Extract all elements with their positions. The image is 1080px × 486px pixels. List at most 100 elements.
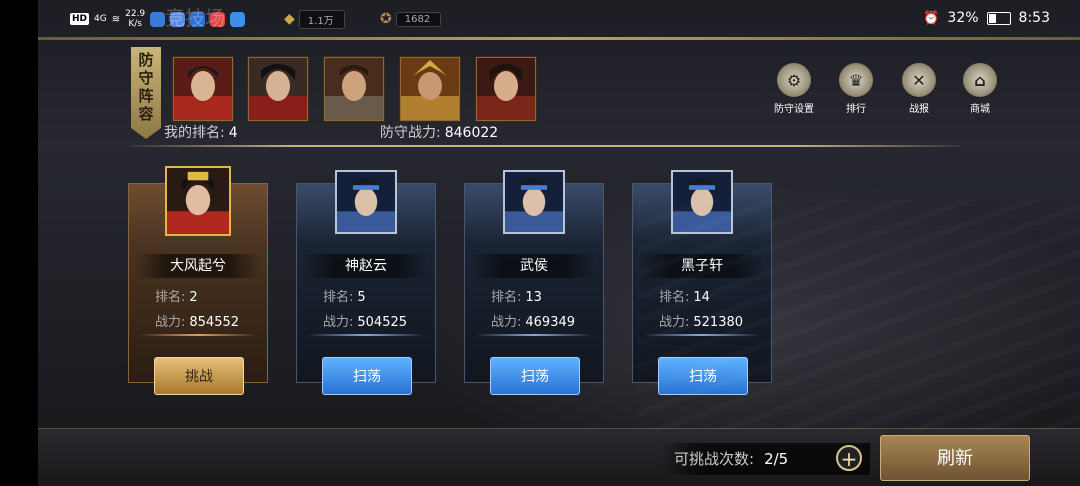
battery-icon <box>986 11 1011 25</box>
my-rank-value: 4 <box>228 125 238 141</box>
my-rank-label: 我的排名: <box>164 125 225 141</box>
rank-value: 5 <box>357 290 366 305</box>
power-label: 战力: <box>491 315 522 330</box>
coin-value: 1682 <box>395 11 442 27</box>
card-divider <box>475 334 593 336</box>
power-value: 854552 <box>189 315 240 330</box>
cloud-icon <box>230 11 246 27</box>
opponent-name: 大风起兮 <box>135 254 261 278</box>
status-right: ⏰ 32% 8:53 <box>923 10 1050 26</box>
crossed-swords-icon: ✕ <box>901 62 937 98</box>
opponent-card[interactable]: 大风起兮 排名: 2 战力: 854552 挑战 <box>128 166 268 395</box>
sweep-button[interactable]: 扫荡 <box>490 357 580 395</box>
net-speed-value: 22.9 <box>125 9 146 19</box>
leaderboard-label: 排行 <box>846 104 866 115</box>
refresh-button[interactable]: 刷新 <box>880 435 1030 481</box>
rank-value: 13 <box>525 290 542 305</box>
divider <box>130 145 960 147</box>
wifi-icon: ≋ <box>111 13 121 25</box>
banner-char: 守 <box>138 69 154 87</box>
opponent-card[interactable]: 黑子轩 排名: 14 战力: 521380 扫荡 <box>632 170 772 395</box>
shop-icon: ⌂ <box>962 62 998 98</box>
power-label: 战力: <box>323 315 354 330</box>
sweep-button[interactable]: 扫荡 <box>658 357 748 395</box>
rank-value: 14 <box>693 290 710 305</box>
banner-char: 阵 <box>138 87 154 105</box>
opponent-name: 神赵云 <box>303 254 429 278</box>
defense-power: 防守战力: 846022 <box>380 122 498 142</box>
defense-power-value: 846022 <box>444 125 499 141</box>
bottom-bar: 可挑战次数: 2/5 + 刷新 <box>38 428 1080 486</box>
power-label: 战力: <box>659 315 690 330</box>
rank-label: 排名: <box>323 290 354 305</box>
rank-label: 排名: <box>155 290 186 305</box>
net-speed: 22.9 K/s <box>125 9 145 29</box>
opponent-name: 黑子轩 <box>639 254 765 278</box>
rank-value: 2 <box>189 290 198 305</box>
coin-resource: ✪ 1682 <box>380 9 442 29</box>
gold-ingot-icon: ◆ <box>284 11 295 27</box>
card-divider <box>139 334 257 336</box>
opponent-rank: 排名: 14 <box>659 286 710 305</box>
leaderboard-button[interactable]: ♛ 排行 <box>826 62 886 115</box>
battle-report-button[interactable]: ✕ 战报 <box>889 62 949 115</box>
card-divider <box>307 334 425 336</box>
signal-icon: 4G <box>94 14 107 24</box>
page-title: 竞技场 <box>165 6 225 30</box>
hd-badge: HD <box>70 13 90 25</box>
shop-button[interactable]: ⌂ 商城 <box>950 62 1010 115</box>
power-value: 504525 <box>357 315 408 330</box>
attempts-value: 2/5 <box>764 450 789 468</box>
trophy-icon: ♛ <box>838 62 874 98</box>
opponent-rank: 排名: 5 <box>323 286 366 305</box>
sweep-button[interactable]: 扫荡 <box>322 357 412 395</box>
banner-char: 容 <box>138 105 154 123</box>
opponent-card[interactable]: 武侯 排名: 13 战力: 469349 扫荡 <box>464 170 604 395</box>
challenge-button[interactable]: 挑战 <box>154 357 244 395</box>
gold-resource: ◆ 1.1万 <box>284 9 345 29</box>
rank-label: 排名: <box>659 290 690 305</box>
defense-lineup-banner: 防 守 阵 容 <box>131 47 161 139</box>
clock: 8:53 <box>1018 10 1050 26</box>
defense-hero-3[interactable] <box>324 57 384 121</box>
battle-report-label: 战报 <box>909 104 929 115</box>
gold-value: 1.1万 <box>298 9 345 29</box>
defense-hero-2[interactable] <box>248 57 308 121</box>
opponent-rank: 排名: 13 <box>491 286 542 305</box>
opponent-power: 战力: 854552 <box>155 311 239 330</box>
opponent-portrait <box>165 166 231 236</box>
opponent-portrait <box>335 170 397 234</box>
opponent-portrait <box>671 170 733 234</box>
opponent-rank: 排名: 2 <box>155 286 198 305</box>
defense-power-label: 防守战力: <box>380 125 441 141</box>
opponent-power: 战力: 469349 <box>491 311 575 330</box>
opponent-power: 战力: 504525 <box>323 311 407 330</box>
defense-hero-5[interactable] <box>476 57 536 121</box>
defense-settings-label: 防守设置 <box>774 104 814 115</box>
opponent-name: 武侯 <box>471 254 597 278</box>
battery-percent: 32% <box>947 10 979 26</box>
coin-icon: ✪ <box>380 11 392 27</box>
opponent-power: 战力: 521380 <box>659 311 743 330</box>
banner-char: 防 <box>138 51 154 69</box>
my-rank: 我的排名: 4 <box>164 122 238 142</box>
card-divider <box>643 334 761 336</box>
gear-icon: ⚙ <box>776 62 812 98</box>
defense-hero-1[interactable] <box>173 57 233 121</box>
add-attempts-button[interactable]: + <box>836 445 862 471</box>
defense-settings-button[interactable]: ⚙ 防守设置 <box>764 62 824 115</box>
attempts-label: 可挑战次数: <box>674 450 755 468</box>
shop-label: 商城 <box>970 104 990 115</box>
game-stage: 防 守 阵 容 我的排名: 4 防守战力: 846022 ⚙ 防守设置 ♛ 排行 ✕… <box>38 0 1080 486</box>
net-speed-unit: K/s <box>128 19 142 29</box>
status-bar: HD 4G ≋ 22.9 K/s 竞技场 ◆ 1.1万 ✪ 1682 ⏰ 32% … <box>0 0 1080 38</box>
power-label: 战力: <box>155 315 186 330</box>
power-value: 521380 <box>693 315 744 330</box>
opponent-portrait <box>503 170 565 234</box>
app-notification-icon <box>150 11 166 27</box>
rank-label: 排名: <box>491 290 522 305</box>
power-value: 469349 <box>525 315 576 330</box>
defense-hero-4[interactable] <box>400 57 460 121</box>
alarm-icon: ⏰ <box>923 10 940 26</box>
opponent-card[interactable]: 神赵云 排名: 5 战力: 504525 扫荡 <box>296 170 436 395</box>
